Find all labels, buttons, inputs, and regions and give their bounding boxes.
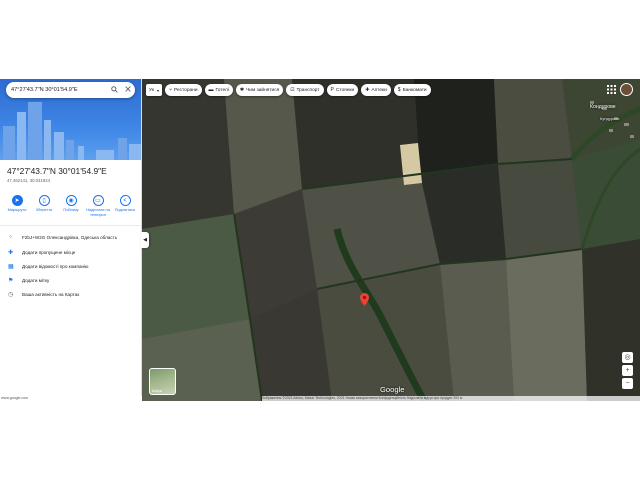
info-row[interactable]: ▦ Додати відомості про компанію [8,263,89,270]
map-place-label: Кондурове [590,104,616,110]
action-label: Поділитися [114,207,136,212]
layers-label: Шари [152,389,162,393]
close-icon[interactable] [121,86,135,94]
layers-button[interactable]: Шари [149,368,176,395]
zoom-in-button[interactable]: + [622,365,633,376]
category-chips: Ук ▾ ⑂ Ресторани ▬ Готелі ✱ Чим зайнятися ⊡ Тра… [146,84,431,96]
info-row-text: F2bJ+W2G Олександрівка, Одеська область [22,235,118,240]
satellite-imagery [142,79,640,401]
chevron-left-icon: ◀ [143,237,147,243]
location-pin-icon[interactable] [360,293,369,311]
chip-label: Ресторани [173,87,198,93]
restaurant-icon: ⑂ [168,87,172,93]
status-url: www.google.com [0,396,142,401]
info-row-text: Додати відомості про компанію [22,264,89,269]
action-label: Зберегти [35,207,53,212]
chip-atm[interactable]: $ Банкомати [393,84,431,96]
info-row-text: Додати пропущене місце [22,250,76,255]
my-location-button[interactable]: ◎ [622,352,633,363]
chip-label: Аптеки [371,87,387,93]
search-icon[interactable] [107,85,121,95]
action-nearby[interactable]: ◉ Поблизу [58,195,84,217]
pharmacy-icon: ✚ [365,87,370,93]
share-icon: < [119,195,131,206]
map-footer[interactable]: Зображення ©2023 Airbus, Maxar Technolog… [262,396,640,401]
action-bookmark[interactable]: ▯ Зберегти [31,195,57,217]
action-label: Маршрути [7,207,27,212]
map-controls: ◎ + − [622,352,634,391]
info-row-text: Ваша активність на Картах [22,292,80,297]
directions-icon: ➤ [11,195,23,206]
avatar[interactable] [620,83,633,96]
action-label: Поблизу [63,207,79,212]
chip-label: Банкомати [402,87,427,93]
language-label: Ук [149,87,154,93]
info-row[interactable]: ⚑ Додати мітку [8,277,49,284]
language-select[interactable]: Ук ▾ [146,84,162,96]
atm-icon: $ [397,87,401,93]
chip-label: Стоянки [335,87,355,93]
chip-attractions[interactable]: ✱ Чим зайнятися [235,84,284,96]
plus-icon: + [625,367,630,374]
action-send-to-phone[interactable]: ▭ Надіслати на телефон [85,195,111,217]
chip-hotel[interactable]: ▬ Готелі [204,84,233,96]
info-row[interactable]: ◷ Ваша активність на Картах [8,291,79,298]
chip-pharmacy[interactable]: ✚ Аптеки [361,84,391,96]
chip-label: Транспорт [296,87,320,93]
add-place-icon: ✚ [8,250,14,256]
info-row[interactable]: ✚ Додати пропущене місце [8,249,75,256]
place-panel: 47°27'43.7"N 30°01'54.9"E 47.462141, 30.… [0,79,141,397]
send-to-phone-icon: ▭ [92,195,104,206]
google-logo: Google [380,385,405,394]
info-row-text: Додати мітку [22,278,50,283]
collapse-panel-button[interactable]: ◀ [141,232,149,248]
place-title: 47°27'43.7"N 30°01'54.9"E [7,166,107,176]
chevron-down-icon: ▾ [156,87,159,93]
place-actions: ➤ Маршрути ▯ Зберегти ◉ Поблизу ▭ Надіслати на … [4,195,138,217]
crosshair-icon: ◎ [624,354,631,361]
history-icon: ◷ [8,292,14,298]
transit-icon: ⊡ [290,87,295,93]
apps-grid-icon[interactable] [607,85,617,95]
info-row[interactable]: ⁘ F2bJ+W2G Олександрівка, Одеська область [8,234,117,241]
search-box[interactable]: 47°27'43.7"N 30°01'54.9"E [6,82,135,98]
satellite-map[interactable] [142,79,640,401]
chip-parking[interactable]: P Стоянки [326,84,359,96]
label-icon: ⚑ [8,278,14,284]
action-label: Надіслати на телефон [86,207,110,217]
chip-label: Чим зайнятися [246,87,280,93]
add-business-icon: ▦ [8,264,14,270]
chip-restaurant[interactable]: ⑂ Ресторани [164,84,202,96]
action-share[interactable]: < Поділитися [112,195,138,217]
chip-label: Готелі [215,87,229,93]
hotel-icon: ▬ [208,87,214,93]
bookmark-icon: ▯ [38,195,50,206]
map-place-label-small: Кундурове [600,116,620,121]
action-directions[interactable]: ➤ Маршрути [4,195,30,217]
place-coordinates-decimal: 47.462141, 30.031924 [7,178,51,183]
zoom-out-button[interactable]: − [622,378,633,389]
parking-icon: P [330,87,334,93]
plus-code-icon: ⁘ [8,235,14,241]
nearby-icon: ◉ [65,195,77,206]
search-input[interactable]: 47°27'43.7"N 30°01'54.9"E [6,87,107,93]
attractions-icon: ✱ [239,87,245,93]
minus-icon: − [625,380,630,387]
divider [0,225,141,226]
chip-transit[interactable]: ⊡ Транспорт [286,84,324,96]
